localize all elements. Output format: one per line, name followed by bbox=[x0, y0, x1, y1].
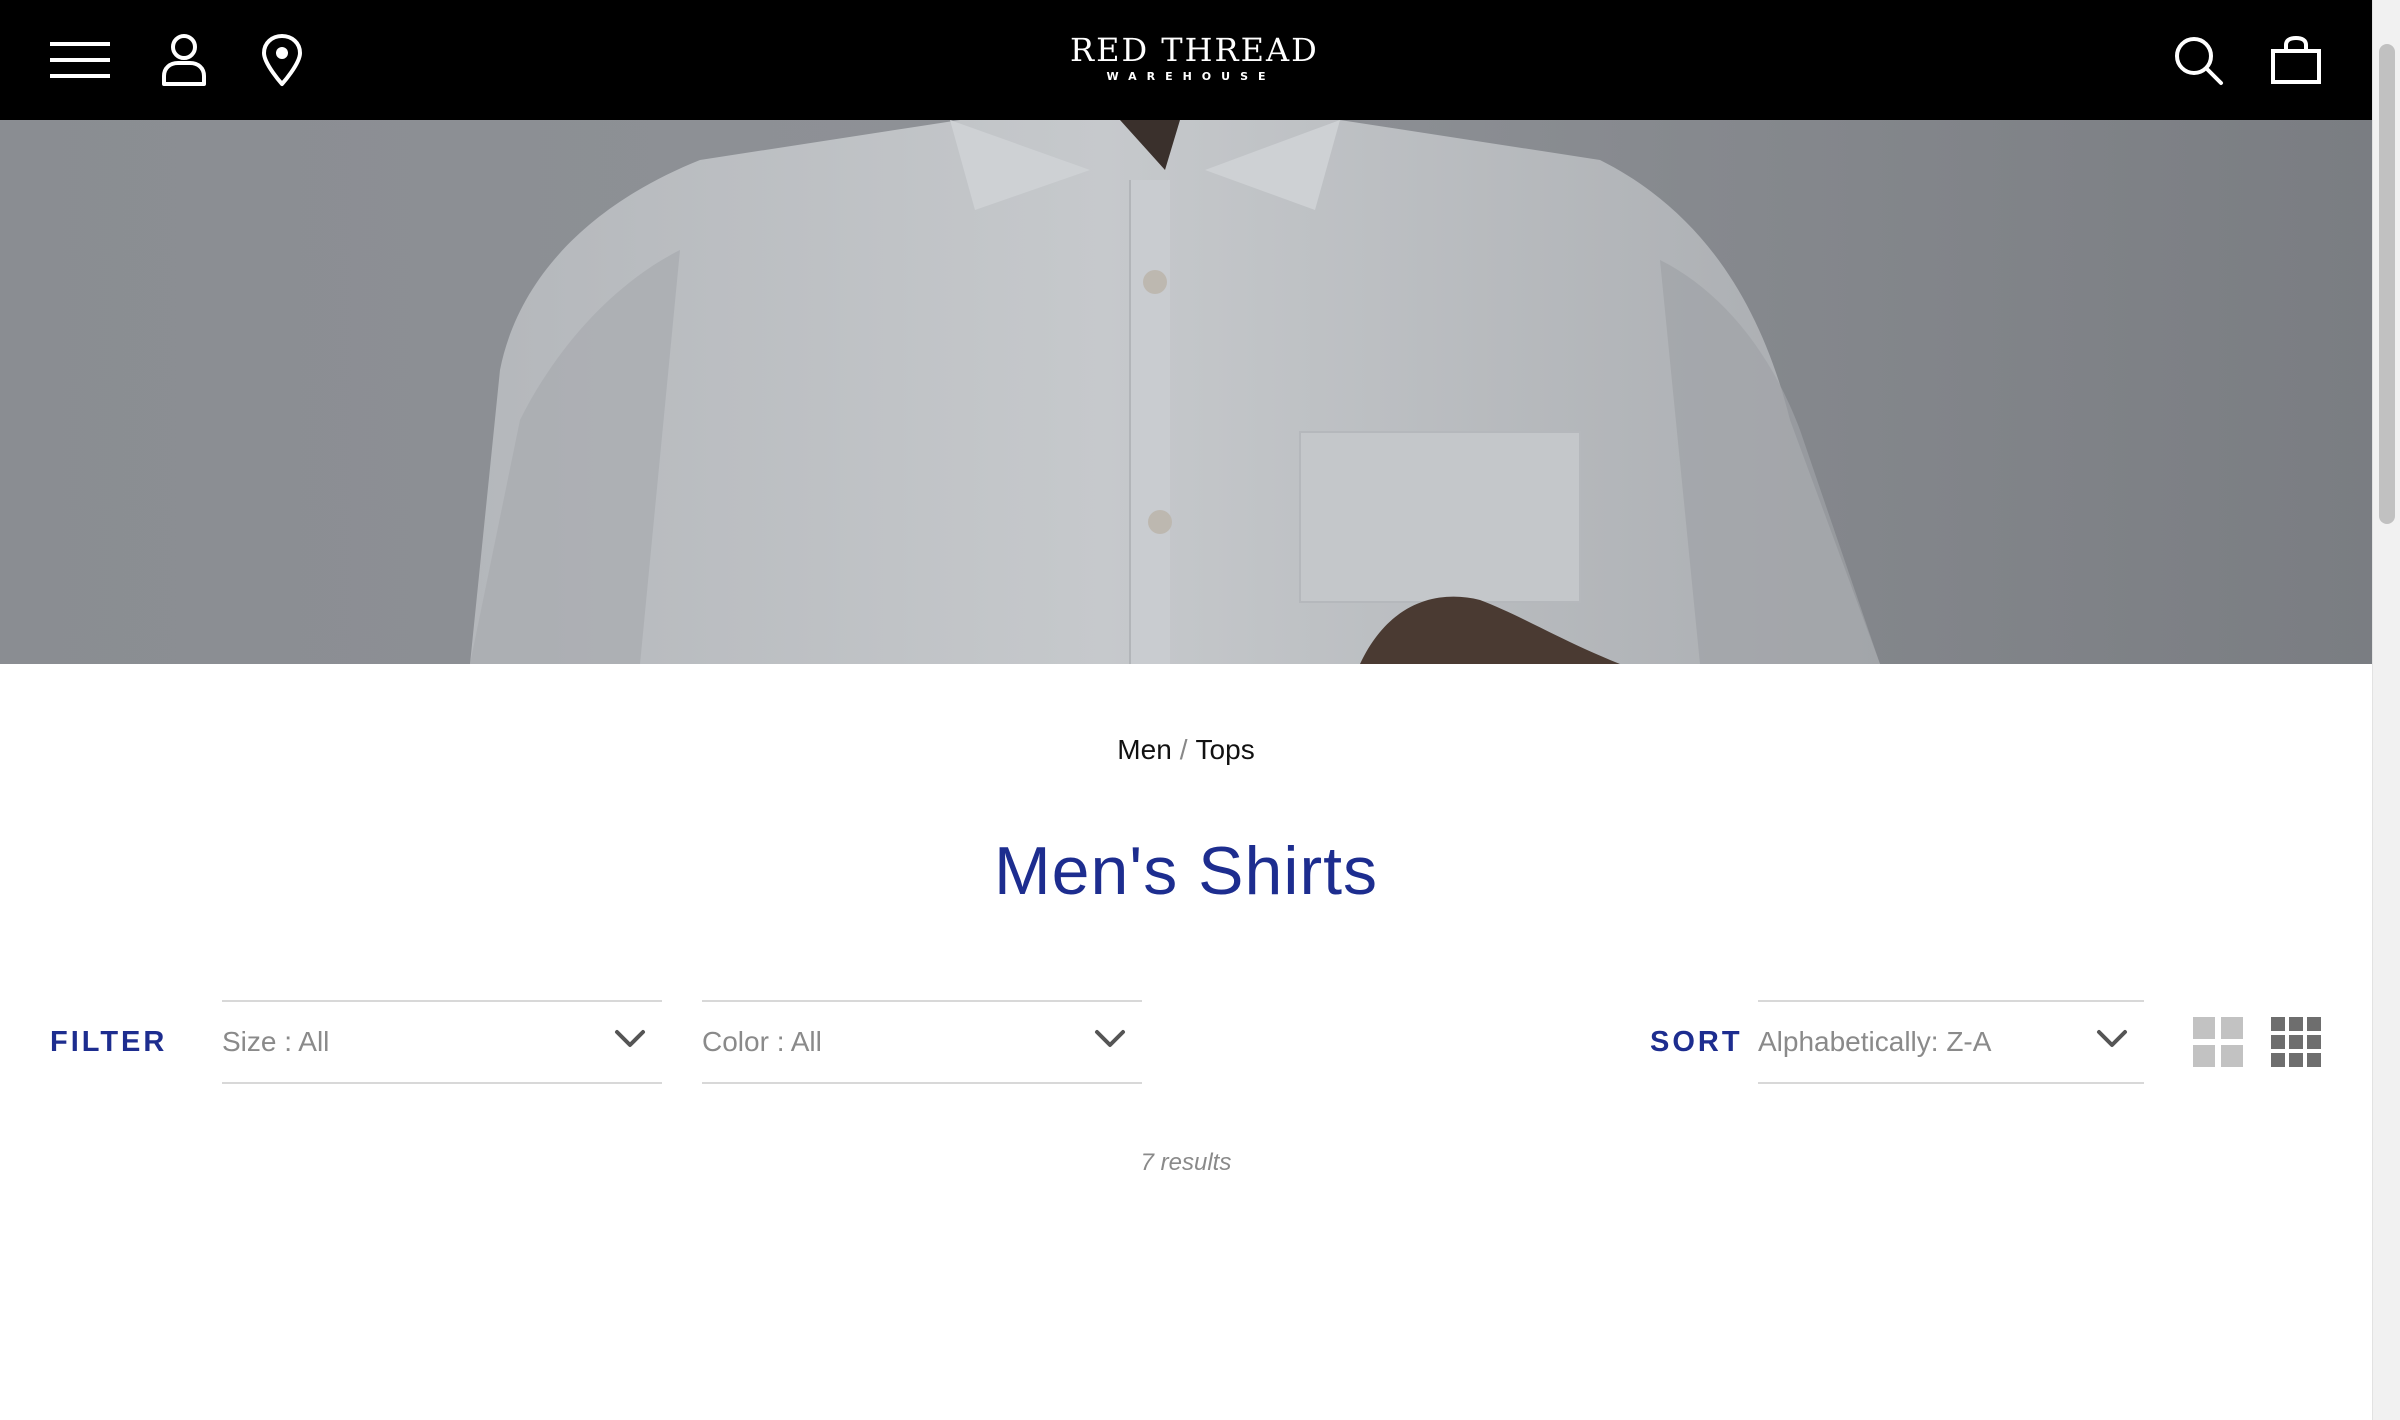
grid-3x3-icon[interactable] bbox=[2270, 1016, 2322, 1068]
site-header: RED THREAD WAREHOUSE bbox=[0, 0, 2372, 120]
breadcrumb-item-tops[interactable]: Tops bbox=[1196, 734, 1255, 765]
location-pin-icon[interactable] bbox=[250, 28, 314, 92]
chevron-down-icon bbox=[1094, 1028, 1126, 1055]
breadcrumb: Men / Tops bbox=[0, 730, 2372, 770]
filter-label: FILTER bbox=[50, 1026, 168, 1058]
shopping-bag-icon[interactable] bbox=[2264, 28, 2328, 92]
sort-select-value: Alphabetically: Z-A bbox=[1758, 1026, 1992, 1057]
chevron-down-icon bbox=[2096, 1028, 2128, 1055]
logo-main-text: RED THREAD bbox=[1070, 31, 1319, 69]
search-icon[interactable] bbox=[2166, 28, 2230, 92]
color-filter-select[interactable]: Color : All bbox=[702, 1000, 1142, 1084]
hamburger-menu-icon[interactable] bbox=[48, 28, 112, 92]
sort-label: SORT bbox=[1650, 1026, 1743, 1058]
grid-2x2-icon[interactable] bbox=[2192, 1016, 2244, 1068]
size-filter-select[interactable]: Size : All bbox=[222, 1000, 662, 1084]
results-count: 7 results bbox=[1140, 1149, 1232, 1176]
chevron-down-icon bbox=[614, 1028, 646, 1055]
hero-banner-image bbox=[0, 120, 2372, 664]
breadcrumb-item-men[interactable]: Men bbox=[1117, 734, 1171, 765]
page-scrollbar[interactable] bbox=[2372, 0, 2400, 1420]
logo-sub-text: WAREHOUSE bbox=[1106, 70, 1276, 83]
site-logo[interactable]: RED THREAD WAREHOUSE bbox=[1070, 31, 1319, 84]
size-filter-value: Size : All bbox=[222, 1026, 330, 1057]
page-title: Men's Shirts bbox=[994, 833, 1378, 909]
user-icon[interactable] bbox=[152, 28, 216, 92]
scrollbar-thumb[interactable] bbox=[2379, 44, 2395, 524]
color-filter-value: Color : All bbox=[702, 1026, 822, 1057]
breadcrumb-separator: / bbox=[1179, 734, 1188, 765]
sort-select[interactable]: Alphabetically: Z-A bbox=[1758, 1000, 2144, 1084]
